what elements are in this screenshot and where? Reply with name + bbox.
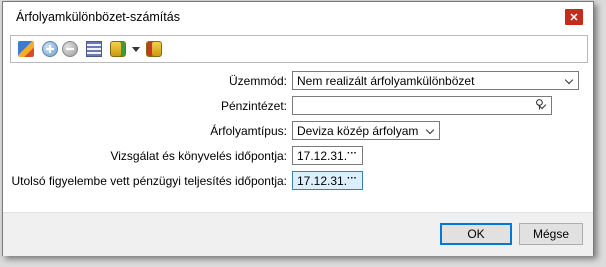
rate-type-value: Deviza közép árfolyam [297, 123, 419, 138]
ok-button[interactable]: OK [440, 223, 512, 245]
title-bar[interactable]: Árfolyamkülönbözet-számítás ✕ [3, 2, 593, 32]
audit-date-value: 17.12.31. [297, 148, 348, 163]
form-area: Üzemmód: Nem realizált árfolyamkülönböze… [3, 64, 593, 212]
add-icon[interactable] [42, 41, 58, 57]
mode-label: Üzemmód: [228, 74, 287, 88]
date-picker-button[interactable]: ··· [344, 174, 360, 187]
last-fin-date-value: 17.12.31. [297, 173, 348, 188]
last-fin-date-label: Utolsó figyelembe vett pénzügyi teljesít… [11, 174, 288, 188]
chevron-down-icon [564, 75, 574, 85]
edit-icon[interactable] [18, 41, 34, 57]
close-button[interactable]: ✕ [565, 9, 583, 25]
dialog-footer: OK Mégse [3, 212, 593, 256]
dialog-window: Árfolyamkülönbözet-számítás ✕ Üzemmód: N… [2, 1, 594, 256]
audit-date-label: Vizsgálat és könyvelés időpontja: [110, 149, 287, 163]
bank-label: Pénzintézet: [220, 99, 287, 113]
paperclip-icon[interactable]: ⚲ [535, 97, 544, 111]
coins-icon[interactable] [110, 41, 126, 57]
toolbar [10, 35, 588, 63]
rate-type-label: Árfolyamtípus: [210, 124, 287, 138]
date-picker-button[interactable]: ··· [344, 149, 360, 162]
window-title: Árfolyamkülönbözet-számítás [16, 10, 180, 24]
audit-date-field[interactable]: 17.12.31. ··· [292, 146, 363, 165]
close-icon: ✕ [569, 11, 579, 24]
mode-value: Nem realizált árfolyamkülönbözet [297, 73, 475, 88]
bank-select[interactable] [292, 96, 552, 115]
export-icon[interactable] [146, 41, 162, 57]
rate-type-select[interactable]: Deviza közép árfolyam [292, 121, 440, 140]
mode-select[interactable]: Nem realizált árfolyamkülönbözet [292, 71, 579, 90]
dropdown-arrow-icon[interactable] [132, 46, 140, 52]
remove-icon[interactable] [62, 41, 78, 57]
cancel-button[interactable]: Mégse [519, 223, 583, 245]
last-fin-date-field[interactable]: 17.12.31. ··· [292, 171, 363, 190]
chevron-down-icon [425, 125, 435, 135]
cancel-button-label: Mégse [532, 227, 570, 241]
ok-button-label: OK [467, 227, 485, 241]
calculator-icon[interactable] [86, 41, 102, 57]
